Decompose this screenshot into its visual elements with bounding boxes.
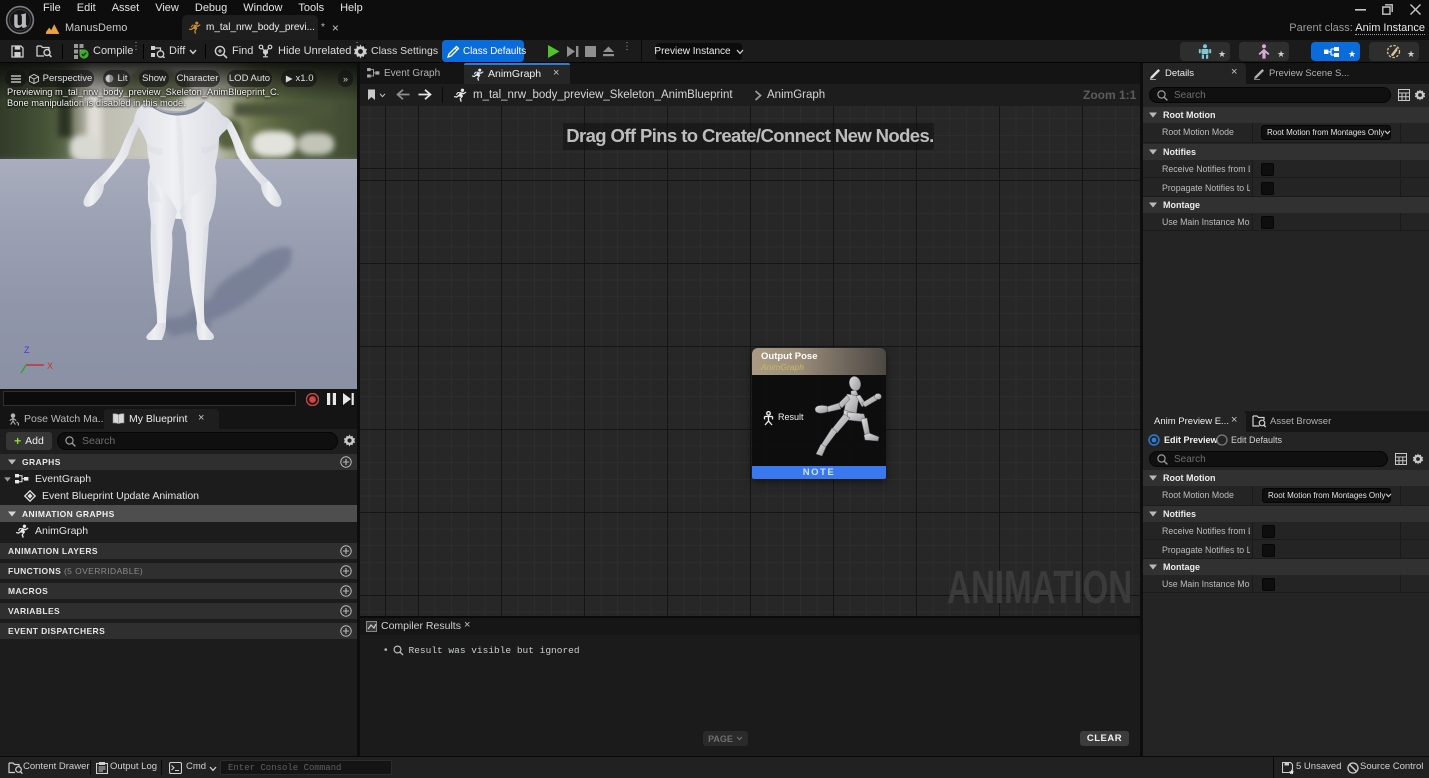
svg-text:X: X bbox=[47, 361, 53, 371]
svg-text:Z: Z bbox=[24, 345, 30, 355]
